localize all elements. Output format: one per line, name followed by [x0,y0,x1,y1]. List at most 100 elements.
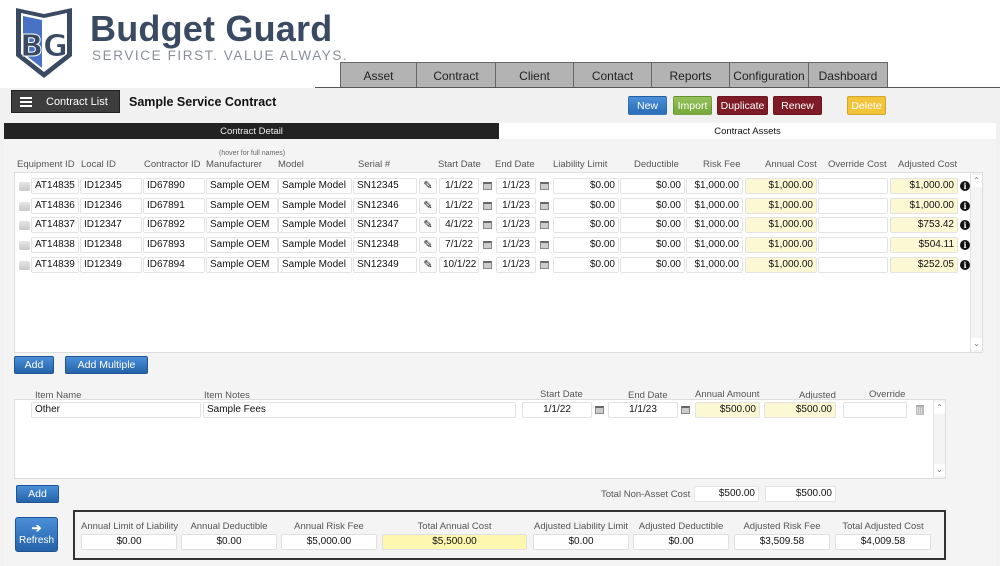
item-end-date-input[interactable]: 1/1/23 [608,402,678,418]
override-cost-input[interactable] [818,257,888,273]
renew-button[interactable]: Renew [773,96,822,115]
nav-tab-configuration[interactable]: Configuration [729,62,809,88]
calendar-icon[interactable] [483,261,492,269]
local-id-input[interactable]: ID12348 [80,237,142,253]
liability-limit-input[interactable]: $0.00 [553,257,619,273]
start-date-input[interactable]: 1/1/22 [439,198,479,214]
manufacturer-input[interactable]: Sample OEM [206,178,278,194]
calendar-icon[interactable] [540,221,549,229]
contractor-id-input[interactable]: ID67894 [143,257,205,273]
scroll-down-icon[interactable]: ⌄ [971,338,982,350]
local-id-input[interactable]: ID12345 [80,178,142,194]
risk-fee-input[interactable]: $1,000.00 [686,217,743,233]
deductible-input[interactable]: $0.00 [620,257,685,273]
tab-contract-assets[interactable]: Contract Assets [499,123,996,139]
edit-pencil-icon[interactable]: ✎ [419,217,437,233]
equipment-id-input[interactable]: AT14838 [31,237,79,253]
duplicate-button[interactable]: Duplicate [717,96,768,115]
info-icon[interactable]: i [960,181,970,191]
info-icon[interactable]: i [960,240,970,250]
end-date-input[interactable]: 1/1/23 [496,198,536,214]
model-input[interactable]: Sample Model [278,237,352,253]
add-item-button[interactable]: Add [16,485,59,503]
local-id-input[interactable]: ID12349 [80,257,142,273]
edit-pencil-icon[interactable]: ✎ [419,257,437,273]
delete-button[interactable]: Delete [847,96,886,115]
end-date-input[interactable]: 1/1/23 [496,178,536,194]
model-input[interactable]: Sample Model [278,198,352,214]
new-button[interactable]: New [628,96,667,115]
add-asset-button[interactable]: Add [14,356,54,374]
calendar-icon[interactable] [483,241,492,249]
manufacturer-input[interactable]: Sample OEM [206,198,278,214]
start-date-input[interactable]: 10/1/22 [439,257,479,273]
deductible-input[interactable]: $0.00 [620,237,685,253]
info-icon[interactable]: i [960,260,970,270]
override-cost-input[interactable] [818,237,888,253]
calendar-icon[interactable] [681,406,690,414]
equipment-id-input[interactable]: AT14835 [31,178,79,194]
model-input[interactable]: Sample Model [278,178,352,194]
tab-contract-detail[interactable]: Contract Detail [4,123,499,139]
model-input[interactable]: Sample Model [278,257,352,273]
calendar-icon[interactable] [540,241,549,249]
contractor-id-input[interactable]: ID67893 [143,237,205,253]
calendar-icon[interactable] [540,182,549,190]
nav-tab-contact[interactable]: Contact [573,62,652,88]
manufacturer-input[interactable]: Sample OEM [206,217,278,233]
contractor-id-input[interactable]: ID67891 [143,198,205,214]
item-notes-input[interactable]: Sample Fees [203,402,516,418]
liability-limit-input[interactable]: $0.00 [553,198,619,214]
calendar-icon[interactable] [540,261,549,269]
add-multiple-button[interactable]: Add Multiple [65,356,148,374]
end-date-input[interactable]: 1/1/23 [496,217,536,233]
serial-input[interactable]: SN12345 [353,178,417,194]
liability-limit-input[interactable]: $0.00 [553,237,619,253]
import-button[interactable]: Import [673,96,712,115]
manufacturer-input[interactable]: Sample OEM [206,257,278,273]
serial-input[interactable]: SN12348 [353,237,417,253]
risk-fee-input[interactable]: $1,000.00 [686,237,743,253]
model-input[interactable]: Sample Model [278,217,352,233]
liability-limit-input[interactable]: $0.00 [553,178,619,194]
nav-tab-reports[interactable]: Reports [651,62,730,88]
calendar-icon[interactable] [483,221,492,229]
info-icon[interactable]: i [960,220,970,230]
item-name-input[interactable]: Other [31,402,201,418]
trash-icon[interactable] [916,405,924,415]
start-date-input[interactable]: 7/1/22 [439,237,479,253]
end-date-input[interactable]: 1/1/23 [496,257,536,273]
scroll-up-icon[interactable]: ⌃ [934,402,945,414]
scroll-up-icon[interactable]: ⌃ [971,175,982,187]
items-scrollbar[interactable]: ⌃ ⌄ [933,400,945,478]
equipment-id-input[interactable]: AT14836 [31,198,79,214]
local-id-input[interactable]: ID12347 [80,217,142,233]
calendar-icon[interactable] [483,182,492,190]
start-date-input[interactable]: 1/1/22 [439,178,479,194]
risk-fee-input[interactable]: $1,000.00 [686,198,743,214]
contractor-id-input[interactable]: ID67890 [143,178,205,194]
contract-list-button[interactable]: Contract List [11,90,120,113]
end-date-input[interactable]: 1/1/23 [496,237,536,253]
equipment-id-input[interactable]: AT14837 [31,217,79,233]
nav-tab-client[interactable]: Client [495,62,574,88]
item-override-input[interactable] [843,402,907,418]
liability-limit-input[interactable]: $0.00 [553,217,619,233]
override-cost-input[interactable] [818,178,888,194]
serial-input[interactable]: SN12346 [353,198,417,214]
nav-tab-asset[interactable]: Asset [340,62,417,88]
refresh-button[interactable]: ➔ Refresh [15,517,58,552]
calendar-icon[interactable] [540,202,549,210]
risk-fee-input[interactable]: $1,000.00 [686,257,743,273]
edit-pencil-icon[interactable]: ✎ [419,237,437,253]
serial-input[interactable]: SN12349 [353,257,417,273]
start-date-input[interactable]: 4/1/22 [439,217,479,233]
override-cost-input[interactable] [818,198,888,214]
deductible-input[interactable]: $0.00 [620,178,685,194]
scroll-down-icon[interactable]: ⌄ [934,464,945,476]
deductible-input[interactable]: $0.00 [620,217,685,233]
info-icon[interactable]: i [960,201,970,211]
assets-scrollbar[interactable]: ⌃ ⌄ [970,173,982,352]
edit-pencil-icon[interactable]: ✎ [419,178,437,194]
override-cost-input[interactable] [818,217,888,233]
